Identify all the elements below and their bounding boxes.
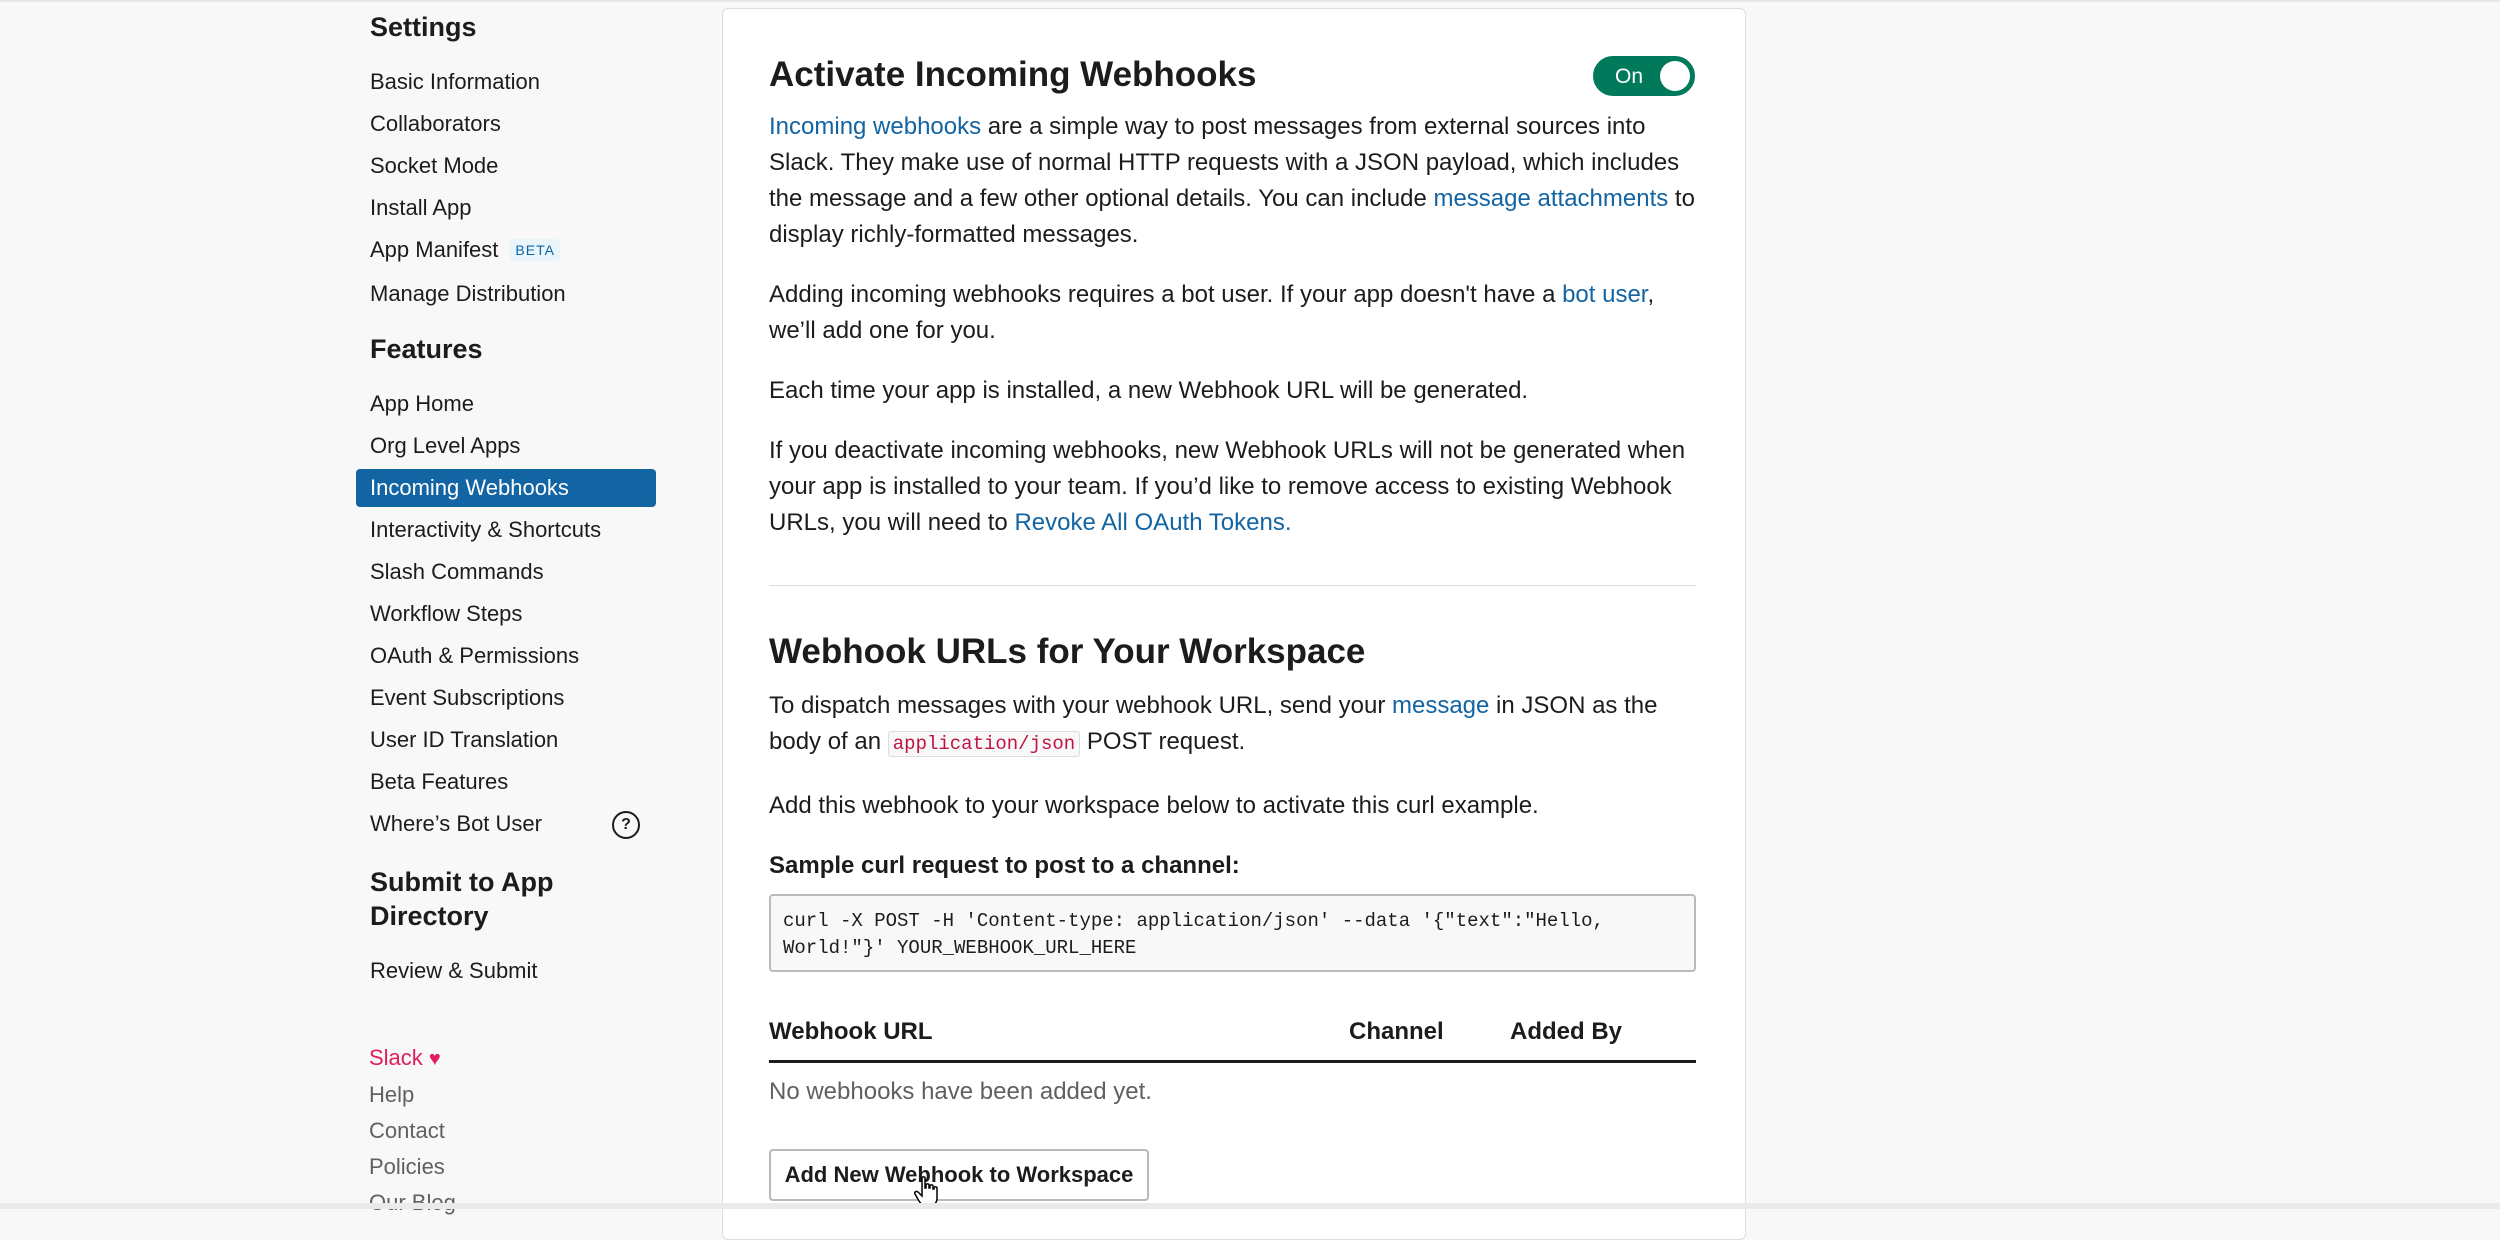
section-divider [769,585,1696,586]
intro-paragraph: Incoming webhooks are a simple way to po… [769,109,1696,253]
add-new-webhook-button[interactable]: Add New Webhook to Workspace [769,1149,1149,1201]
activate-webhooks-title: Activate Incoming Webhooks [769,55,1257,94]
sidebar-item-label: Slash Commands [370,559,544,584]
sidebar-item-label: Manage Distribution [370,281,566,306]
submit-section-title: Submit to App Directory [370,867,554,931]
bot-text-1: Adding incoming webhooks requires a bot … [769,281,1563,308]
sidebar-item-socket-mode[interactable]: Socket Mode [356,147,656,185]
col-channel: Channel [1349,1018,1444,1045]
sidebar-item-label: Workflow Steps [370,601,523,626]
sidebar-item-incoming-webhooks[interactable]: Incoming Webhooks [356,469,656,507]
activate-toggle[interactable]: On [1593,56,1695,96]
settings-section-title: Settings [370,12,477,42]
sidebar-item-label: OAuth & Permissions [370,643,580,668]
sidebar-item-label: App Manifest [370,237,499,262]
message-attachments-link[interactable]: message attachments [1433,185,1668,212]
bottom-edge [0,1203,2500,1209]
curl-code-block: curl -X POST -H 'Content-type: applicati… [769,894,1696,972]
footer-slack-label: Slack [369,1045,423,1070]
footer-links: Slack ♥ Help Contact Policies Our Blog [369,1040,456,1221]
heart-icon: ♥ [428,1048,441,1070]
footer-help-link[interactable]: Help [369,1077,456,1113]
sidebar-item-org-level-apps[interactable]: Org Level Apps [356,427,656,465]
sidebar-item-event-subscriptions[interactable]: Event Subscriptions [356,679,656,717]
webhook-table-header: Webhook URL Channel Added By [769,1010,1696,1063]
sidebar-item-label: Where’s Bot User [370,811,542,836]
install-paragraph: Each time your app is installed, a new W… [769,377,1529,404]
bot-user-link[interactable]: bot user [1562,281,1647,308]
features-section-title: Features [370,334,483,364]
footer-policies-link[interactable]: Policies [369,1149,456,1185]
add-webhook-hint: Add this webhook to your workspace below… [769,792,1539,819]
sidebar-item-beta-features[interactable]: Beta Features [356,763,656,801]
webhook-urls-title: Webhook URLs for Your Workspace [769,632,1366,671]
sidebar-item-app-home[interactable]: App Home [356,385,656,423]
sidebar-item-install-app[interactable]: Install App [356,189,656,227]
dispatch-text-1: To dispatch messages with your webhook U… [769,692,1392,719]
sidebar-item-label: Install App [370,195,472,220]
sidebar-item-review-submit[interactable]: Review & Submit [356,952,656,990]
sidebar-item-manage-distribution[interactable]: Manage Distribution [356,275,656,313]
sidebar-item-label: Beta Features [370,769,509,794]
footer-slack-link[interactable]: Slack ♥ [369,1040,456,1077]
sidebar-item-basic-information[interactable]: Basic Information [356,63,656,101]
sidebar-item-label: Event Subscriptions [370,685,565,710]
sidebar-item-workflow-steps[interactable]: Workflow Steps [356,595,656,633]
sidebar-item-interactivity-shortcuts[interactable]: Interactivity & Shortcuts [356,511,656,549]
revoke-tokens-link[interactable]: Revoke All OAuth Tokens. [1014,509,1291,536]
sidebar-item-label: Basic Information [370,69,540,94]
activate-description: Incoming webhooks are a simple way to po… [769,109,1696,541]
dispatch-text-3: POST request. [1080,728,1246,755]
help-icon[interactable]: ? [612,811,640,839]
footer-contact-link[interactable]: Contact [369,1113,456,1149]
sidebar-item-label: Socket Mode [370,153,499,178]
content-type-code: application/json [887,731,1081,757]
toggle-knob [1660,61,1690,91]
sidebar-item-slash-commands[interactable]: Slash Commands [356,553,656,591]
sidebar-item-label: Org Level Apps [370,433,521,458]
webhook-description: To dispatch messages with your webhook U… [769,688,1696,884]
col-webhook-url: Webhook URL [769,1018,933,1045]
incoming-webhooks-link[interactable]: Incoming webhooks [769,113,981,140]
sidebar-item-collaborators[interactable]: Collaborators [356,105,656,143]
col-added-by: Added By [1510,1018,1623,1045]
sidebar-item-wheres-bot-user[interactable]: Where’s Bot User? [356,805,656,843]
bot-user-paragraph: Adding incoming webhooks requires a bot … [769,277,1696,349]
sidebar-item-user-id-translation[interactable]: User ID Translation [356,721,656,759]
message-link[interactable]: message [1392,692,1489,719]
dispatch-paragraph: To dispatch messages with your webhook U… [769,688,1696,762]
empty-table-message: No webhooks have been added yet. [769,1078,1152,1105]
sidebar-item-label: Interactivity & Shortcuts [370,517,602,542]
sidebar-item-label: User ID Translation [370,727,559,752]
sidebar-item-label: Collaborators [370,111,501,136]
sidebar-item-oauth-permissions[interactable]: OAuth & Permissions [356,637,656,675]
toggle-label: On [1615,65,1644,88]
beta-badge: BETA [510,239,560,261]
sidebar-item-label: Review & Submit [370,958,538,983]
sidebar-item-label: App Home [370,391,474,416]
deactivate-paragraph: If you deactivate incoming webhooks, new… [769,433,1696,541]
top-border [0,0,2500,2]
sample-curl-label: Sample curl request to post to a channel… [769,852,1240,879]
sidebar-item-label: Incoming Webhooks [370,475,569,500]
sidebar-item-app-manifest[interactable]: App Manifest BETA [356,231,656,269]
